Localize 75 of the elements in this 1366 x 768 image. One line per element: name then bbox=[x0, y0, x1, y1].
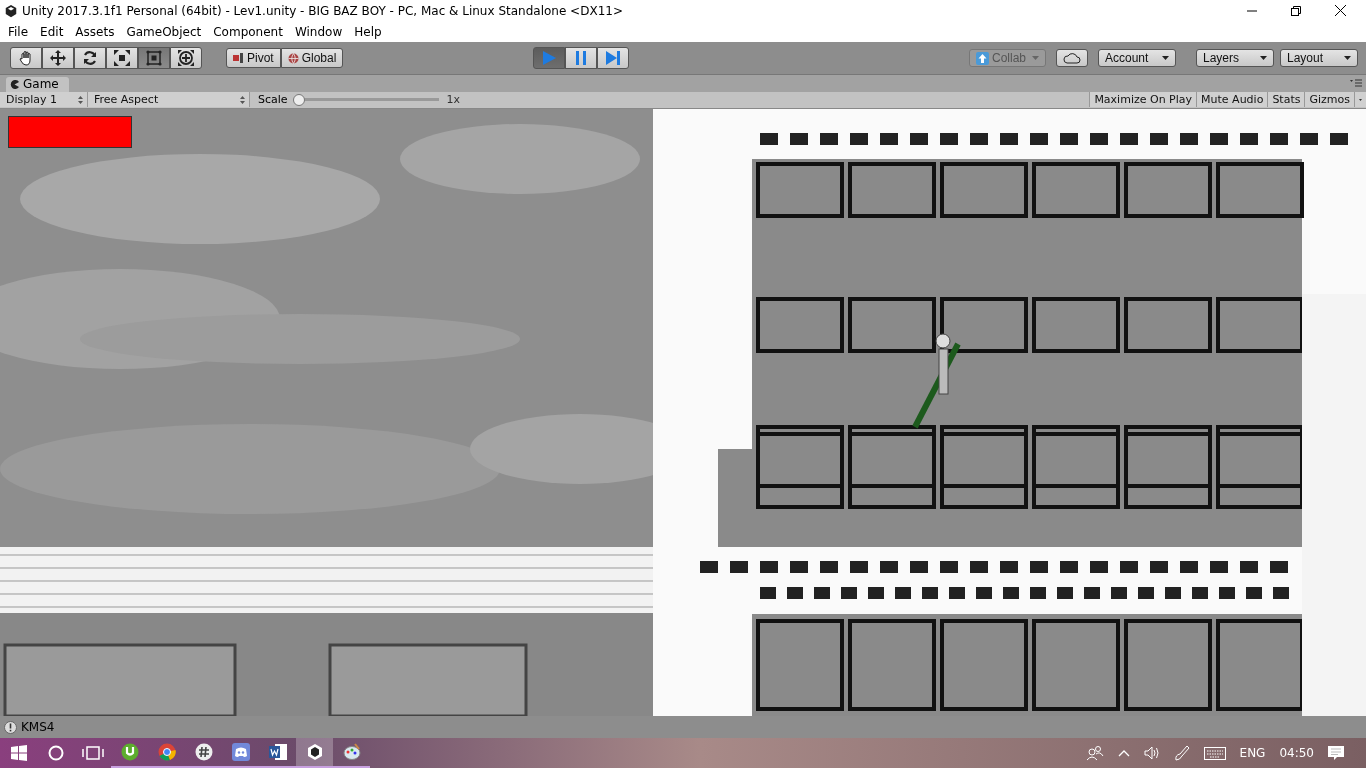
menu-item[interactable]: Help bbox=[348, 25, 388, 39]
taskbar-app-button[interactable] bbox=[296, 738, 333, 768]
info-icon bbox=[4, 720, 17, 734]
transform-icon bbox=[177, 49, 195, 68]
tool-button[interactable] bbox=[10, 47, 42, 70]
updown-icon bbox=[240, 95, 245, 104]
caret-icon bbox=[1260, 56, 1267, 61]
scale-label: Scale bbox=[258, 93, 288, 107]
restore-icon[interactable] bbox=[1291, 5, 1301, 16]
window-title: Unity 2017.3.1f1 Personal (64bit) - Lev1.unity - BIG BAZ BOY - PC, Mac & Linux Standalone <DX11> bbox=[22, 3, 624, 18]
cloud-button[interactable] bbox=[1056, 49, 1088, 68]
aspect-dropdown[interactable]: Free Aspect bbox=[88, 92, 250, 108]
move-arrows-icon bbox=[49, 49, 67, 68]
pivot-icon bbox=[233, 53, 244, 64]
scale-slider[interactable] bbox=[293, 93, 439, 106]
layout-dropdown[interactable]: Layout bbox=[1280, 49, 1358, 68]
game-tab[interactable]: Game bbox=[6, 76, 69, 92]
circle-icon bbox=[47, 745, 64, 761]
pivot-button[interactable]: Pivot bbox=[226, 48, 281, 69]
menu-item[interactable]: Window bbox=[288, 25, 349, 39]
tool-button[interactable] bbox=[170, 47, 202, 70]
toggle-button[interactable]: Gizmos bbox=[1304, 92, 1354, 108]
cube-logo-icon bbox=[305, 743, 324, 761]
global-button[interactable]: Global bbox=[280, 48, 344, 69]
globe-icon bbox=[287, 52, 299, 64]
language-indicator[interactable]: ENG bbox=[1239, 746, 1266, 760]
account-dropdown[interactable]: Account bbox=[1098, 49, 1176, 68]
pause-button[interactable] bbox=[565, 47, 598, 70]
game-controller-icon bbox=[231, 743, 250, 761]
tool-button[interactable] bbox=[42, 47, 74, 70]
document-icon bbox=[268, 743, 287, 761]
scale-icon bbox=[113, 49, 131, 68]
close-icon[interactable] bbox=[1335, 5, 1346, 17]
hash-icon bbox=[194, 743, 213, 761]
chevron-up-icon[interactable] bbox=[1117, 749, 1130, 757]
cloud-icon bbox=[1063, 52, 1081, 65]
rect-tool-icon bbox=[145, 49, 163, 68]
menu-item[interactable]: Component bbox=[207, 25, 289, 39]
menu-item[interactable]: File bbox=[2, 25, 35, 39]
toggle-button[interactable]: Stats bbox=[1267, 92, 1305, 108]
u-circle-icon bbox=[120, 743, 139, 761]
display-dropdown[interactable]: Display 1 bbox=[0, 92, 88, 108]
windows-logo-icon bbox=[10, 745, 27, 761]
status-message: KMS4 bbox=[21, 720, 55, 735]
scale-value: 1x bbox=[446, 93, 461, 107]
unity-logo-icon bbox=[4, 3, 18, 18]
step-icon bbox=[605, 51, 622, 66]
layers-dropdown[interactable]: Layers bbox=[1196, 49, 1274, 68]
keyboard-icon[interactable] bbox=[1203, 746, 1226, 760]
clock[interactable]: 04:50 bbox=[1279, 746, 1314, 760]
menu-item[interactable]: Assets bbox=[69, 25, 121, 39]
notification-icon[interactable] bbox=[1328, 745, 1344, 761]
people-icon[interactable] bbox=[1085, 745, 1104, 761]
tool-button[interactable] bbox=[106, 47, 138, 70]
updown-icon bbox=[78, 95, 83, 104]
step-button[interactable] bbox=[597, 47, 630, 70]
task-view-icon bbox=[81, 746, 104, 760]
toggle-button[interactable]: Maximize On Play bbox=[1089, 92, 1197, 108]
pen-icon[interactable] bbox=[1173, 745, 1190, 761]
multicolor-ring-icon bbox=[157, 743, 176, 761]
speaker-icon[interactable] bbox=[1143, 746, 1160, 760]
upload-icon bbox=[975, 51, 989, 65]
panel-menu-icon[interactable] bbox=[1350, 79, 1362, 88]
caret-icon bbox=[1032, 56, 1039, 61]
toggle-button[interactable]: Mute Audio bbox=[1196, 92, 1268, 108]
menu-item[interactable]: GameObject bbox=[120, 25, 208, 39]
slider-thumb[interactable] bbox=[292, 93, 305, 106]
caret-icon bbox=[1162, 56, 1169, 61]
menu-item[interactable]: Edit bbox=[34, 25, 70, 39]
play-icon bbox=[541, 51, 558, 66]
caret-icon bbox=[1344, 56, 1351, 61]
tool-button[interactable] bbox=[74, 47, 106, 70]
pacman-icon bbox=[10, 79, 19, 89]
rotate-icon bbox=[81, 49, 99, 68]
palette-icon bbox=[342, 743, 361, 761]
